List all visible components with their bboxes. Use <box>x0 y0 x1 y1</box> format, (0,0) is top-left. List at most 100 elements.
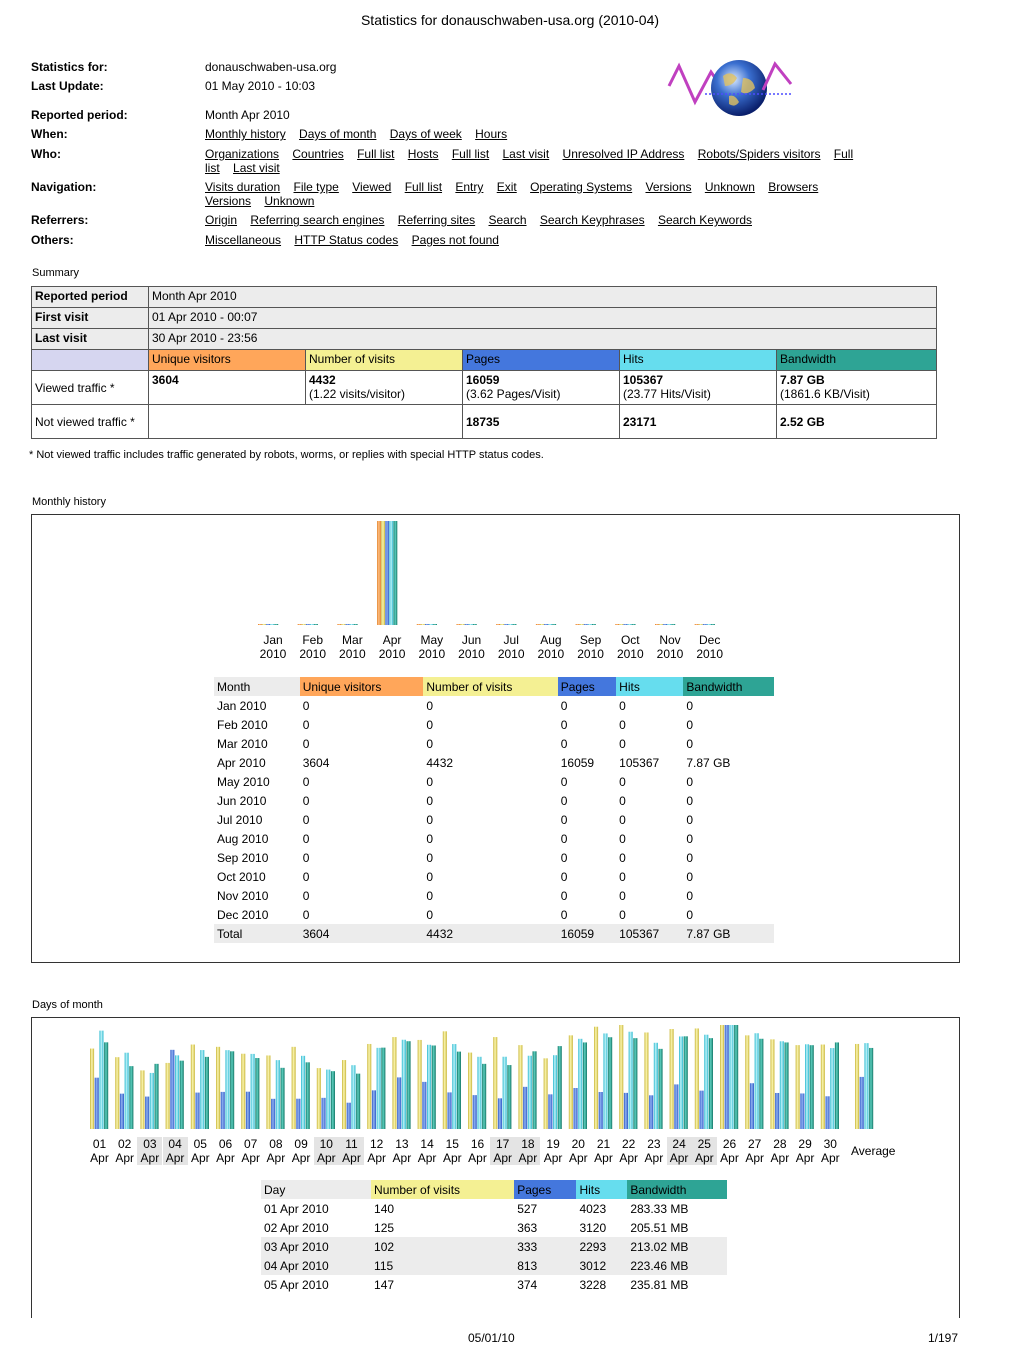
bar-bandwidth-day-26 <box>734 1025 739 1129</box>
table-cell: Feb 2010 <box>217 717 268 732</box>
day-axis-label: 06 Apr <box>216 1137 235 1165</box>
table-cell: 0 <box>686 907 694 922</box>
bar-bandwidth-day-28 <box>784 1042 789 1129</box>
nav-link-monthly-history[interactable]: Monthly history <box>205 127 286 141</box>
nav-link-unknown[interactable]: Unknown <box>705 180 755 194</box>
nav-link-versions[interactable]: Versions <box>645 180 691 194</box>
bar-pages-day-15 <box>447 1092 452 1129</box>
bar-number-of-visits-day-13 <box>392 1037 397 1129</box>
nav-link-viewed[interactable]: Viewed <box>352 180 391 194</box>
table-cell: 0 <box>426 812 434 827</box>
bar-hits-day-23 <box>653 1042 658 1129</box>
day-axis-label: 12 Apr <box>367 1137 387 1165</box>
table-row: Mar 2010 0 0 0 0 0 <box>214 734 774 753</box>
nav-link-operating-systems[interactable]: Operating Systems <box>530 180 632 194</box>
bar-number-of-visits-oct-2010 <box>619 624 624 625</box>
bar-number-of-visits-jul-2010 <box>500 624 505 625</box>
nav-link-hosts[interactable]: Hosts <box>408 147 439 161</box>
viewed-unique-cell: 3604 <box>148 370 306 405</box>
table-cell: 0 <box>302 793 310 808</box>
bar-pages-day-average <box>859 1076 864 1129</box>
bar-number-of-visits-day-25 <box>694 1028 699 1129</box>
bar-bandwidth-apr-2010 <box>393 521 398 625</box>
month-axis-label: Dec 2010 <box>696 633 724 661</box>
table-cell: 02 Apr 2010 <box>264 1220 329 1235</box>
bar-hits-jun-2010 <box>468 624 473 625</box>
bar-number-of-visits-day-12 <box>367 1043 372 1129</box>
table-row: Jul 2010 0 0 0 0 0 <box>214 810 774 829</box>
bar-number-of-visits-day-08 <box>266 1055 271 1129</box>
nav-link-browsers[interactable]: Browsers <box>768 180 818 194</box>
nav-link-search-keywords[interactable]: Search Keywords <box>658 213 752 227</box>
nav-link-versions[interactable]: Versions <box>205 194 251 208</box>
nav-link-organizations[interactable]: Organizations <box>205 147 279 161</box>
table-cell: 333 <box>517 1239 538 1254</box>
nav-link-http-status-codes[interactable]: HTTP Status codes <box>294 233 398 247</box>
nav-link-file-type[interactable]: File type <box>294 180 339 194</box>
table-cell: 0 <box>619 698 626 713</box>
bar-pages-day-03 <box>145 1096 150 1129</box>
nav-link-days-of-month[interactable]: Days of month <box>299 127 376 141</box>
not-viewed-traffic-label: Not viewed traffic * <box>31 404 149 439</box>
table-cell: 0 <box>302 907 310 922</box>
nav-link-entry[interactable]: Entry <box>455 180 483 194</box>
nav-link-full-list[interactable]: Full list <box>357 147 394 161</box>
bar-bandwidth-day-09 <box>305 1062 310 1129</box>
bar-number-of-visits-day-27 <box>745 1035 750 1129</box>
bar-number-of-visits-apr-2010 <box>381 521 385 625</box>
table-cell: 0 <box>302 812 310 827</box>
nav-link-miscellaneous[interactable]: Miscellaneous <box>205 233 281 247</box>
not-viewed-pages: 18735 <box>466 414 500 429</box>
nav-link-hours[interactable]: Hours <box>475 127 507 141</box>
table-cell: 0 <box>686 850 694 865</box>
day-axis-label: 29 Apr <box>795 1137 815 1165</box>
nav-link-visits-duration[interactable]: Visits duration <box>205 180 280 194</box>
table-cell: Aug 2010 <box>217 831 269 846</box>
nav-link-referring-search-engines[interactable]: Referring search engines <box>250 213 384 227</box>
table-cell: 0 <box>302 850 310 865</box>
table-cell: 7.87 GB <box>686 755 731 770</box>
bar-number-of-visits-day-18 <box>518 1045 523 1129</box>
bar-bandwidth-day-18 <box>532 1051 537 1129</box>
table-cell: 0 <box>302 717 310 732</box>
table-cell: Jan 2010 <box>217 698 267 713</box>
nav-link-robots-spiders-visitors[interactable]: Robots/Spiders visitors <box>698 147 821 161</box>
nav-link-days-of-week[interactable]: Days of week <box>390 127 462 141</box>
day-axis-label: 22 Apr <box>619 1137 639 1165</box>
last-visit-value-cell: 30 Apr 2010 - 23:56 <box>148 328 937 350</box>
nav-link-countries[interactable]: Countries <box>292 147 343 161</box>
bar-bandwidth-day-22 <box>633 1038 638 1129</box>
bar-number-of-visits-aug-2010 <box>540 624 544 625</box>
who-links: Organizations Countries Full list Hosts … <box>205 147 865 175</box>
nav-link-pages-not-found[interactable]: Pages not found <box>412 233 499 247</box>
nav-link-origin[interactable]: Origin <box>205 213 237 227</box>
bar-unique-visitors-may-2010 <box>416 624 421 625</box>
bar-hits-day-01 <box>99 1030 104 1129</box>
bar-hits-day-08 <box>275 1060 280 1129</box>
table-cell: 04 Apr 2010 <box>264 1258 329 1273</box>
table-cell: 213.02 MB <box>630 1239 689 1254</box>
bar-unique-visitors-mar-2010 <box>337 624 342 625</box>
nav-link-full-list[interactable]: Full list <box>405 180 442 194</box>
bar-hits-day-18 <box>527 1055 532 1129</box>
bar-pages-day-24 <box>674 1084 679 1129</box>
table-row: Apr 2010 3604 4432 16059 105367 7.87 GB <box>214 753 774 772</box>
viewed-bandwidth: 7.87 GB <box>780 373 825 387</box>
table-row: 04 Apr 2010 115 813 3012 223.46 MB <box>261 1256 727 1275</box>
nav-link-unknown[interactable]: Unknown <box>264 194 314 208</box>
bar-number-of-visits-mar-2010 <box>341 624 346 625</box>
bar-bandwidth-day-13 <box>406 1041 411 1129</box>
table-cell: 01 Apr 2010 <box>264 1201 329 1216</box>
bar-unique-visitors-aug-2010 <box>535 624 540 625</box>
bar-number-of-visits-day-30 <box>820 1044 825 1129</box>
nav-link-unresolved-ip-address[interactable]: Unresolved IP Address <box>563 147 685 161</box>
bar-pages-day-18 <box>523 1086 528 1129</box>
nav-link-search[interactable]: Search <box>489 213 527 227</box>
viewed-pages-sub: (3.62 Pages/Visit) <box>466 387 561 401</box>
nav-link-last-visit[interactable]: Last visit <box>233 161 280 175</box>
nav-link-search-keyphrases[interactable]: Search Keyphrases <box>540 213 645 227</box>
nav-link-last-visit[interactable]: Last visit <box>503 147 550 161</box>
nav-link-referring-sites[interactable]: Referring sites <box>398 213 475 227</box>
nav-link-full-list[interactable]: Full list <box>452 147 489 161</box>
nav-link-exit[interactable]: Exit <box>497 180 517 194</box>
